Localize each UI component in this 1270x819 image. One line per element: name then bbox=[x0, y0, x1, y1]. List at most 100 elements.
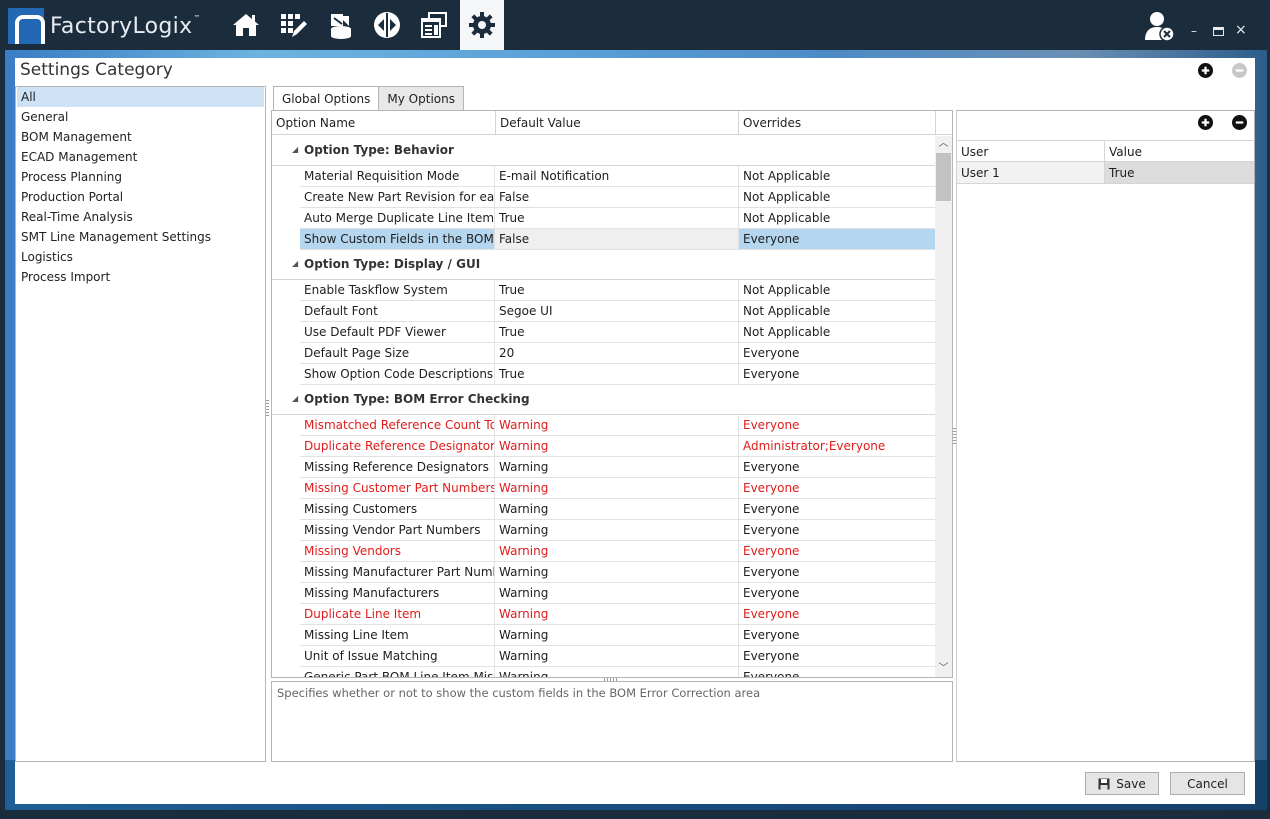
default-value-cell[interactable]: Warning bbox=[495, 604, 739, 624]
category-item[interactable]: Real-Time Analysis bbox=[17, 207, 264, 227]
default-value-cell[interactable]: 20 bbox=[495, 343, 739, 363]
nav-navigate[interactable] bbox=[363, 0, 411, 50]
option-row[interactable]: Use Default PDF Viewer True Not Applicable bbox=[300, 322, 935, 343]
default-value-cell[interactable]: Warning bbox=[495, 457, 739, 477]
default-value-cell[interactable]: Warning bbox=[495, 625, 739, 645]
column-header-default-value[interactable]: Default Value bbox=[496, 111, 739, 135]
overrides-cell: Everyone bbox=[743, 607, 800, 621]
group-header[interactable]: ◢ Option Type: Display / GUI bbox=[272, 250, 935, 280]
default-value-cell[interactable]: E-mail Notification bbox=[495, 166, 739, 186]
scroll-thumb[interactable] bbox=[936, 153, 951, 201]
tab-global-options[interactable]: Global Options bbox=[273, 86, 380, 112]
override-value[interactable]: True bbox=[1105, 162, 1254, 183]
option-row[interactable]: Missing Manufacturer Part Numb... Warning… bbox=[300, 562, 935, 583]
option-row[interactable]: Show Option Code Descriptions True Everyon… bbox=[300, 364, 935, 385]
cancel-button[interactable]: Cancel bbox=[1170, 772, 1245, 795]
option-row[interactable]: Unit of Issue Matching Warning Everyone bbox=[300, 646, 935, 667]
user-remove-icon[interactable] bbox=[1143, 10, 1175, 42]
option-row[interactable]: Generic Part BOM Line Item Missi... Warni… bbox=[300, 667, 935, 677]
collapse-triangle-icon[interactable]: ◢ bbox=[292, 136, 298, 164]
default-value-cell[interactable]: Warning bbox=[495, 499, 739, 519]
option-row[interactable]: Default Font Segoe UI Not Applicable bbox=[300, 301, 935, 322]
default-value-cell[interactable]: True bbox=[495, 364, 739, 384]
option-row[interactable]: Missing Customer Part Numbers Warning Ever… bbox=[300, 478, 935, 499]
add-override-icon[interactable] bbox=[1198, 115, 1213, 130]
default-value-cell[interactable]: Warning bbox=[495, 541, 739, 561]
option-row[interactable]: Auto Merge Duplicate Line Items True Not A… bbox=[300, 208, 935, 229]
category-item[interactable]: Production Portal bbox=[17, 187, 264, 207]
option-row[interactable]: Missing Line Item Warning Everyone bbox=[300, 625, 935, 646]
option-row[interactable]: Mismatched Reference Count To... Warning E… bbox=[300, 415, 935, 436]
add-icon[interactable] bbox=[1198, 63, 1213, 78]
group-header[interactable]: ◢ Option Type: BOM Error Checking bbox=[272, 385, 935, 415]
option-row[interactable]: Duplicate Line Item Warning Everyone bbox=[300, 604, 935, 625]
option-row[interactable]: Missing Vendor Part Numbers Warning Everyo… bbox=[300, 520, 935, 541]
scroll-down-icon[interactable]: ﹀ bbox=[935, 661, 952, 677]
grid-header: Option Name Default Value Overrides bbox=[272, 111, 952, 135]
nav-windows[interactable] bbox=[410, 0, 458, 50]
option-row[interactable]: Missing Reference Designators Warning Ever… bbox=[300, 457, 935, 478]
maximize-button[interactable] bbox=[1213, 27, 1224, 36]
option-row[interactable]: Missing Customers Warning Everyone bbox=[300, 499, 935, 520]
column-header-user[interactable]: User bbox=[957, 141, 1105, 161]
default-value-cell[interactable]: Warning bbox=[495, 478, 739, 498]
option-row[interactable]: Missing Manufacturers Warning Everyone bbox=[300, 583, 935, 604]
default-value-cell[interactable]: True bbox=[495, 208, 739, 228]
nav-grid-edit[interactable] bbox=[269, 0, 317, 50]
splitter-grip[interactable] bbox=[266, 400, 269, 418]
overrides-row[interactable]: User 1 True bbox=[957, 162, 1254, 184]
nav-settings[interactable] bbox=[460, 0, 504, 50]
save-button[interactable]: Save bbox=[1085, 772, 1159, 795]
option-row[interactable]: Material Requisition Mode E-mail Notifica… bbox=[300, 166, 935, 187]
default-value-cell[interactable]: Warning bbox=[495, 583, 739, 603]
option-row[interactable]: Enable Taskflow System True Not Applicable bbox=[300, 280, 935, 301]
option-name-cell: Enable Taskflow System bbox=[300, 280, 495, 300]
column-header-option-name[interactable]: Option Name bbox=[272, 111, 496, 135]
column-header-value[interactable]: Value bbox=[1105, 141, 1254, 161]
category-item[interactable]: Process Planning bbox=[17, 167, 264, 187]
column-header-overrides[interactable]: Overrides bbox=[739, 111, 936, 135]
default-value-cell[interactable]: Warning bbox=[495, 562, 739, 582]
default-value-cell[interactable]: Warning bbox=[495, 520, 739, 540]
group-header[interactable]: ◢ Option Type: Behavior bbox=[272, 136, 935, 166]
default-value-cell[interactable]: Warning bbox=[495, 436, 739, 456]
remove-override-icon[interactable] bbox=[1232, 115, 1247, 130]
close-button[interactable]: × bbox=[1235, 23, 1247, 37]
navigate-arrows-icon bbox=[374, 12, 400, 38]
collapse-triangle-icon[interactable]: ◢ bbox=[292, 385, 298, 413]
default-value-cell[interactable]: False bbox=[495, 187, 739, 207]
default-value-cell[interactable]: True bbox=[495, 322, 739, 342]
category-item[interactable]: Process Import bbox=[17, 267, 264, 287]
category-item[interactable]: ECAD Management bbox=[17, 147, 264, 167]
minimize-button[interactable]: – bbox=[1191, 24, 1197, 38]
remove-icon[interactable] bbox=[1232, 63, 1247, 78]
option-row[interactable]: Duplicate Reference Designators Warning Ad… bbox=[300, 436, 935, 457]
default-value-cell[interactable]: Warning bbox=[495, 667, 739, 677]
overrides-cell: Not Applicable bbox=[743, 283, 831, 297]
category-item[interactable]: SMT Line Management Settings bbox=[17, 227, 264, 247]
category-item[interactable]: Logistics bbox=[17, 247, 264, 267]
default-value-cell[interactable]: Warning bbox=[495, 415, 739, 435]
default-value-cell[interactable]: Warning bbox=[495, 646, 739, 666]
nav-import[interactable] bbox=[316, 0, 364, 50]
option-description: Specifies whether or not to show the cus… bbox=[271, 681, 953, 762]
option-row[interactable]: Missing Vendors Warning Everyone bbox=[300, 541, 935, 562]
option-row[interactable]: Create New Part Revision for eac... False… bbox=[300, 187, 935, 208]
default-value-cell[interactable]: Segoe UI bbox=[495, 301, 739, 321]
nav-home[interactable] bbox=[222, 0, 270, 50]
overrides-cell: Everyone bbox=[743, 670, 800, 677]
collapse-triangle-icon[interactable]: ◢ bbox=[292, 250, 298, 278]
overrides-cell: Everyone bbox=[743, 502, 800, 516]
default-value-cell[interactable]: False bbox=[495, 229, 739, 249]
category-item[interactable]: General bbox=[17, 107, 264, 127]
category-item[interactable]: BOM Management bbox=[17, 127, 264, 147]
option-name-cell: Duplicate Reference Designators bbox=[300, 436, 495, 456]
group-label: Option Type: Behavior bbox=[304, 143, 454, 157]
category-item[interactable]: All bbox=[17, 87, 264, 107]
scroll-up-icon[interactable]: ︿ bbox=[935, 136, 952, 152]
grid-scrollbar[interactable]: ︿ ﹀ bbox=[935, 136, 952, 677]
option-row[interactable]: Default Page Size 20 Everyone bbox=[300, 343, 935, 364]
option-row[interactable]: Show Custom Fields in the BOM... False Eve… bbox=[300, 229, 935, 250]
default-value-cell[interactable]: True bbox=[495, 280, 739, 300]
tab-my-options[interactable]: My Options bbox=[378, 86, 464, 111]
